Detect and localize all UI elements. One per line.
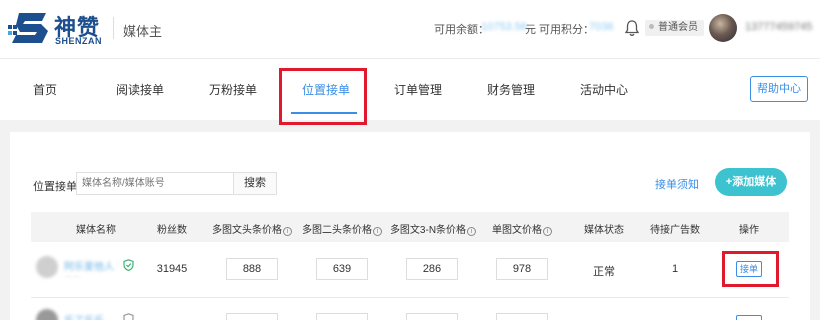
price-field-4[interactable]: 978 [496, 258, 548, 280]
price-field-3[interactable] [406, 313, 458, 320]
col-price-1: 多图文头条价格 i [212, 221, 292, 236]
role-label: 媒体主 [123, 24, 163, 39]
price-field-2[interactable]: 639 [316, 258, 368, 280]
price-field-1[interactable] [226, 313, 278, 320]
order-notice-link[interactable]: 接单须知 [655, 176, 699, 192]
nav-item-fan-orders[interactable]: 万粉接单 [209, 81, 257, 98]
help-center-button[interactable]: 帮助中心 [750, 76, 808, 102]
verified-shield-icon [123, 259, 134, 271]
search-button[interactable]: 搜索 [234, 172, 277, 195]
brand-name-en: SHENZAN [55, 36, 103, 46]
col-price-3-label: 多图文3-N条价格 [389, 225, 467, 236]
col-price-4: 单图文价格 i [492, 221, 552, 236]
brand-logo[interactable]: 神赞 SHENZAN [8, 9, 108, 49]
balance-unit: 元 [525, 24, 536, 36]
col-price-3: 多图文3-N条价格 i [389, 221, 477, 236]
search-input[interactable] [76, 172, 234, 195]
media-status: 正常 [593, 266, 615, 278]
col-fans: 粉丝数 [157, 225, 187, 236]
nav-item-activity-center[interactable]: 活动中心 [580, 81, 628, 98]
username[interactable]: 13777459745 [745, 21, 812, 33]
row-divider [31, 297, 789, 298]
info-icon[interactable]: i [373, 227, 382, 236]
accept-order-button[interactable] [736, 315, 762, 320]
info-icon[interactable]: i [283, 227, 292, 236]
info-icon[interactable]: i [543, 227, 552, 236]
points-label: 可用积分： [539, 24, 594, 36]
price-field-3[interactable]: 286 [406, 258, 458, 280]
logo-mark-icon [8, 13, 48, 43]
col-pending-ads: 待接广告数 [650, 225, 700, 236]
header-divider [113, 17, 114, 39]
member-badge: 普通会员 [645, 20, 704, 36]
pending-ads-count: 1 [671, 263, 679, 275]
user-avatar[interactable] [709, 14, 737, 42]
balance-value: 10753.56 [481, 21, 527, 33]
member-badge-label: 普通会员 [658, 22, 698, 33]
add-media-button[interactable]: +添加媒体 [715, 168, 787, 196]
highlight-box-action [722, 251, 779, 287]
col-actions: 操作 [739, 225, 759, 236]
media-account: …… [64, 270, 80, 279]
price-field-1[interactable]: 888 [226, 258, 278, 280]
col-price-2-label: 多图二头条价格 [302, 225, 372, 236]
info-icon[interactable]: i [467, 227, 477, 236]
verified-shield-icon [123, 313, 134, 320]
price-field-2[interactable] [316, 313, 368, 320]
nav-item-read-orders[interactable]: 阅读接单 [116, 81, 164, 98]
fans-count: 31945 [156, 263, 188, 275]
col-price-4-label: 单图文价格 [492, 225, 542, 236]
top-header: 神赞 SHENZAN 媒体主 可用余额： 10753.56 元 可用积分： 70… [0, 0, 820, 58]
price-field-4[interactable] [496, 313, 548, 320]
media-name: 乐了乐乐 [64, 312, 104, 320]
highlight-box-nav [279, 68, 367, 125]
nav-item-finance[interactable]: 财务管理 [487, 81, 535, 98]
nav-item-order-management[interactable]: 订单管理 [394, 81, 442, 98]
col-price-2: 多图二头条价格 i [302, 221, 382, 236]
search-label: 位置接单 [33, 181, 77, 193]
media-avatar [36, 256, 58, 278]
nav-item-home[interactable]: 首页 [33, 81, 57, 98]
member-dot-icon [649, 24, 654, 29]
col-media-name: 媒体名称 [76, 225, 116, 236]
bell-icon[interactable] [624, 19, 640, 37]
col-price-1-label: 多图文头条价格 [212, 225, 282, 236]
col-status: 媒体状态 [584, 225, 624, 236]
main-nav: 首页 阅读接单 万粉接单 位置接单 订单管理 财务管理 活动中心 [0, 58, 820, 120]
points-value: 7036 [589, 21, 614, 33]
